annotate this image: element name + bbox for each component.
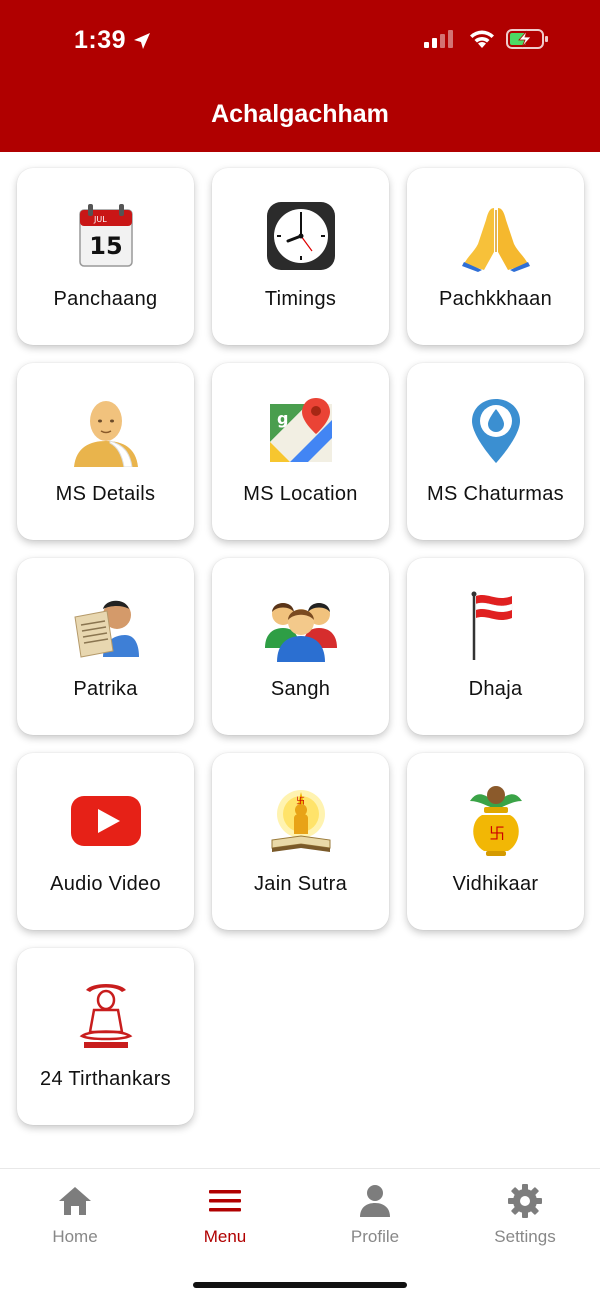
tile-label: 24 Tirthankars xyxy=(40,1068,171,1090)
map-icon: g xyxy=(263,393,339,469)
menu-tile-ms-location[interactable]: g MS Location xyxy=(212,363,389,540)
tab-label: Menu xyxy=(203,1227,247,1246)
cellular-signal-icon xyxy=(424,30,453,48)
menu-tile-sangh[interactable]: Sangh xyxy=(212,558,389,735)
calendar-icon: 15 JUL xyxy=(68,198,144,274)
tab-profile[interactable]: Profile xyxy=(300,1183,450,1253)
tile-label: Sangh xyxy=(270,678,331,700)
youtube-icon xyxy=(68,783,144,859)
tab-label: Profile xyxy=(350,1227,400,1246)
svg-text:g: g xyxy=(277,409,288,428)
location-pin-icon xyxy=(458,393,534,469)
menu-tile-pachkkhaan[interactable]: Pachkkhaan xyxy=(407,168,584,345)
tab-settings[interactable]: Settings xyxy=(450,1183,600,1253)
menu-tile-patrika[interactable]: Patrika xyxy=(17,558,194,735)
tile-label: Timings xyxy=(264,288,337,310)
bottom-tab-bar: Home Menu Profile Settings xyxy=(0,1168,600,1300)
menu-tile-vidhikaar[interactable]: 卐 Vidhikaar xyxy=(407,753,584,930)
battery-charging-icon xyxy=(506,29,548,49)
app-header: 1:39 Achalgachham xyxy=(0,0,600,152)
svg-text:JUL: JUL xyxy=(93,215,107,224)
flag-icon xyxy=(458,588,534,664)
menu-tile-panchaang[interactable]: 15 JUL Panchaang xyxy=(17,168,194,345)
tile-label: Patrika xyxy=(73,678,138,700)
tirthankar-icon xyxy=(68,978,144,1054)
location-arrow-icon xyxy=(134,32,151,49)
tile-label: MS Location xyxy=(243,483,358,505)
home-indicator[interactable] xyxy=(193,1282,407,1288)
menu-tile-audio-video[interactable]: Audio Video xyxy=(17,753,194,930)
newspaper-reader-icon xyxy=(68,588,144,664)
menu-tile-jain-sutra[interactable]: 卐 Jain Sutra xyxy=(212,753,389,930)
tile-label: MS Chaturmas xyxy=(427,483,564,505)
tab-home[interactable]: Home xyxy=(0,1183,150,1253)
status-bar-indicators xyxy=(424,28,550,50)
svg-text:卐: 卐 xyxy=(296,796,305,807)
tab-label: Settings xyxy=(494,1227,556,1246)
tab-menu[interactable]: Menu xyxy=(150,1183,300,1253)
person-icon xyxy=(300,1183,450,1219)
menu-tile-timings[interactable]: Timings xyxy=(212,168,389,345)
time-text: 1:39 xyxy=(74,26,127,54)
menu-tile-dhaja[interactable]: Dhaja xyxy=(407,558,584,735)
gear-icon xyxy=(450,1183,600,1219)
page-title: Achalgachham xyxy=(211,100,389,128)
wifi-icon xyxy=(470,30,494,48)
tile-label: Dhaja xyxy=(468,678,523,700)
group-icon xyxy=(263,588,339,664)
menu-tile-ms-details[interactable]: MS Details xyxy=(17,363,194,540)
folded-hands-icon xyxy=(458,198,534,274)
tile-label: Pachkkhaan xyxy=(438,288,553,310)
tile-label: MS Details xyxy=(55,483,156,505)
monk-icon xyxy=(68,393,144,469)
tile-label: Panchaang xyxy=(53,288,158,310)
menu-tile-ms-chaturmas[interactable]: MS Chaturmas xyxy=(407,363,584,540)
status-bar-time: 1:39 xyxy=(74,26,152,55)
scripture-icon: 卐 xyxy=(263,783,339,859)
svg-text:卐: 卐 xyxy=(489,824,505,843)
tile-label: Vidhikaar xyxy=(452,873,539,895)
tab-label: Home xyxy=(52,1227,98,1246)
home-icon xyxy=(0,1183,150,1219)
tile-label: Jain Sutra xyxy=(253,873,348,895)
menu-tile-24-tirthankars[interactable]: 24 Tirthankars xyxy=(17,948,194,1125)
hamburger-menu-icon xyxy=(150,1183,300,1219)
kalash-icon: 卐 xyxy=(458,783,534,859)
clock-icon xyxy=(263,198,339,274)
svg-text:15: 15 xyxy=(89,232,122,260)
tile-label: Audio Video xyxy=(50,873,161,895)
